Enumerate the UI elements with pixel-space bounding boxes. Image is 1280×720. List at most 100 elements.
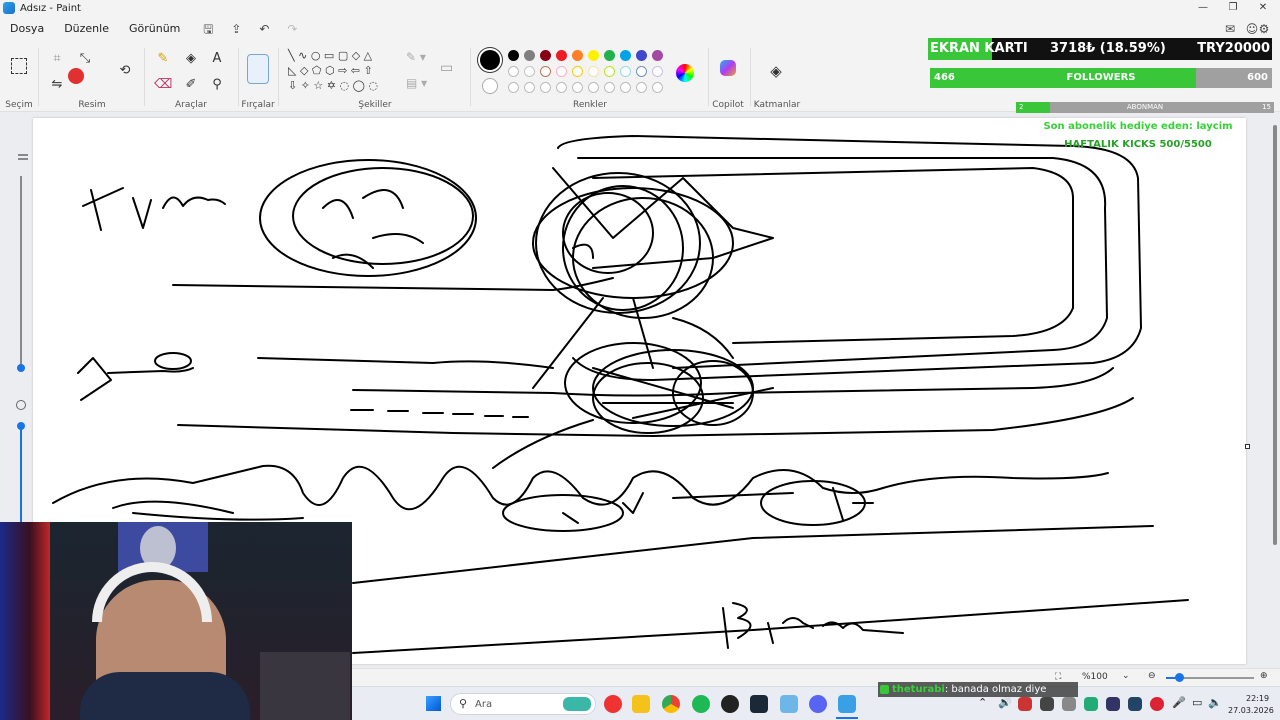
eraser-icon[interactable]: ⌫ bbox=[154, 76, 172, 94]
menu-file[interactable]: Dosya bbox=[0, 18, 54, 40]
edit-colors-icon[interactable] bbox=[676, 64, 694, 82]
redo-icon[interactable]: ↷ bbox=[282, 19, 302, 39]
shapes-gallery[interactable]: ╲ ∿ ○ ▭ ▢ ◇ △ ◺ ◇ ⬠ ⬡ ⇨ ⇦ ⇧ ⇩ ✧ ☆ ✡ ◌ ◯ ◌ bbox=[288, 48, 398, 93]
undo-icon[interactable]: ↶ bbox=[254, 19, 274, 39]
fill-icon[interactable]: ◈ bbox=[182, 50, 200, 68]
remove-background-icon[interactable] bbox=[68, 68, 84, 84]
color-swatch[interactable] bbox=[508, 50, 519, 61]
discord-icon[interactable] bbox=[809, 695, 827, 713]
tray-app-icon-3[interactable] bbox=[1062, 697, 1076, 711]
color-swatch[interactable] bbox=[620, 50, 631, 61]
vertical-scrollbar[interactable] bbox=[1273, 125, 1277, 545]
paint-taskbar-icon[interactable] bbox=[838, 695, 856, 713]
chrome-icon[interactable] bbox=[662, 695, 680, 713]
custom-color-slot[interactable] bbox=[572, 82, 583, 93]
obs-icon[interactable] bbox=[721, 695, 739, 713]
steam-icon[interactable] bbox=[750, 695, 768, 713]
volume-icon[interactable]: 🔊 bbox=[998, 696, 1012, 709]
tray-app-icon-6[interactable] bbox=[1128, 697, 1142, 711]
fit-icon[interactable]: ⛶ bbox=[1055, 672, 1061, 682]
color-swatch[interactable] bbox=[588, 50, 599, 61]
color-swatch[interactable] bbox=[572, 50, 583, 61]
custom-color-slot[interactable] bbox=[652, 82, 663, 93]
color-swatch[interactable] bbox=[556, 66, 567, 77]
custom-color-slot[interactable] bbox=[588, 82, 599, 93]
settings-icon[interactable]: ⚙ bbox=[1254, 19, 1274, 39]
tray-app-icon-2[interactable] bbox=[1040, 697, 1054, 711]
network-icon[interactable]: ▭ bbox=[1192, 696, 1202, 709]
color-swatch[interactable] bbox=[508, 66, 519, 77]
media-player-icon[interactable] bbox=[604, 695, 622, 713]
taskbar-search[interactable]: ⚲ Ara bbox=[450, 693, 596, 715]
color-swatch[interactable] bbox=[652, 66, 663, 77]
zoom-level[interactable]: %100 bbox=[1082, 672, 1108, 682]
copilot-icon[interactable] bbox=[720, 60, 736, 76]
color-swatch[interactable] bbox=[604, 66, 615, 77]
start-icon[interactable] bbox=[426, 696, 441, 711]
shape-outline-icon[interactable]: ✎ ▾ bbox=[406, 50, 426, 64]
color-swatch[interactable] bbox=[604, 50, 615, 61]
menu-view[interactable]: Görünüm bbox=[119, 18, 190, 40]
tray-app-icon-4[interactable] bbox=[1084, 697, 1098, 711]
color-swatch[interactable] bbox=[556, 50, 567, 61]
zoom-out-icon[interactable]: ⊖ bbox=[1148, 671, 1156, 681]
secondary-color[interactable] bbox=[482, 78, 498, 94]
zoom-slider-thumb[interactable] bbox=[1175, 673, 1184, 682]
zoom-dropdown-icon[interactable]: ⌄ bbox=[1122, 671, 1130, 681]
tray-app-icon-5[interactable] bbox=[1106, 697, 1120, 711]
resize-icon[interactable]: ⤡ bbox=[76, 50, 94, 68]
speaker-icon[interactable]: 🔈 bbox=[1208, 696, 1222, 709]
primary-color[interactable] bbox=[480, 50, 500, 70]
custom-color-slot[interactable] bbox=[620, 82, 631, 93]
search-icon: ⚲ bbox=[459, 697, 468, 710]
canvas-resize-handle[interactable] bbox=[1245, 444, 1250, 449]
brush-icon[interactable] bbox=[247, 54, 269, 84]
maximize-button[interactable]: ❐ bbox=[1218, 0, 1248, 16]
shape-size-icon[interactable]: ▭ bbox=[440, 60, 453, 76]
custom-color-slot[interactable] bbox=[556, 82, 567, 93]
custom-color-slot[interactable] bbox=[508, 82, 519, 93]
spotify-icon[interactable] bbox=[692, 695, 710, 713]
clock-time[interactable]: 22:19 bbox=[1246, 694, 1269, 703]
close-button[interactable]: ✕ bbox=[1248, 0, 1278, 16]
minimize-button[interactable]: — bbox=[1188, 0, 1218, 16]
color-swatch[interactable] bbox=[620, 66, 631, 77]
tray-app-icon-7[interactable] bbox=[1150, 697, 1164, 711]
color-swatch[interactable] bbox=[572, 66, 583, 77]
shape-fill-icon[interactable]: ▤ ▾ bbox=[406, 76, 427, 90]
color-swatch[interactable] bbox=[540, 66, 551, 77]
notification-icon[interactable]: ✉ bbox=[1220, 19, 1240, 39]
settings-app-icon[interactable] bbox=[780, 695, 798, 713]
save-icon[interactable]: 🖫 bbox=[198, 19, 218, 39]
zoom-in-icon[interactable]: ⊕ bbox=[1260, 671, 1268, 681]
custom-color-slot[interactable] bbox=[604, 82, 615, 93]
rotate-icon[interactable]: ⟲ bbox=[116, 62, 134, 80]
select-rect-icon[interactable] bbox=[11, 58, 27, 74]
color-swatch[interactable] bbox=[540, 50, 551, 61]
color-swatch[interactable] bbox=[636, 50, 647, 61]
tray-chevron-icon[interactable]: ⌃ bbox=[978, 696, 987, 709]
color-swatch[interactable] bbox=[636, 66, 647, 77]
color-swatch[interactable] bbox=[588, 66, 599, 77]
pencil-icon[interactable]: ✎ bbox=[154, 50, 172, 68]
clock-date[interactable]: 27.03.2026 bbox=[1228, 706, 1274, 715]
layers-icon[interactable]: ◈ bbox=[767, 62, 785, 80]
magnifier-icon[interactable]: ⚲ bbox=[208, 76, 226, 94]
flip-icon[interactable]: ⇋ bbox=[48, 76, 66, 94]
custom-color-slot[interactable] bbox=[524, 82, 535, 93]
color-swatch[interactable] bbox=[524, 66, 535, 77]
color-swatch[interactable] bbox=[652, 50, 663, 61]
text-icon[interactable]: A bbox=[208, 50, 226, 68]
file-explorer-icon[interactable] bbox=[632, 695, 650, 713]
tray-app-icon-1[interactable] bbox=[1018, 697, 1032, 711]
color-swatch[interactable] bbox=[524, 50, 535, 61]
color-picker-icon[interactable]: ✐ bbox=[182, 76, 200, 94]
microphone-icon[interactable]: 🎤 bbox=[1172, 696, 1186, 709]
share-icon[interactable]: ⇪ bbox=[226, 19, 246, 39]
custom-color-slot[interactable] bbox=[636, 82, 647, 93]
crop-icon[interactable]: ⌗ bbox=[48, 50, 66, 68]
custom-color-slot[interactable] bbox=[540, 82, 551, 93]
menu-edit[interactable]: Düzenle bbox=[54, 18, 119, 40]
weekly-kicks-text: HAFTALIK KICKS 500/5500 bbox=[1064, 139, 1212, 150]
brush-size-slider[interactable] bbox=[14, 150, 28, 530]
